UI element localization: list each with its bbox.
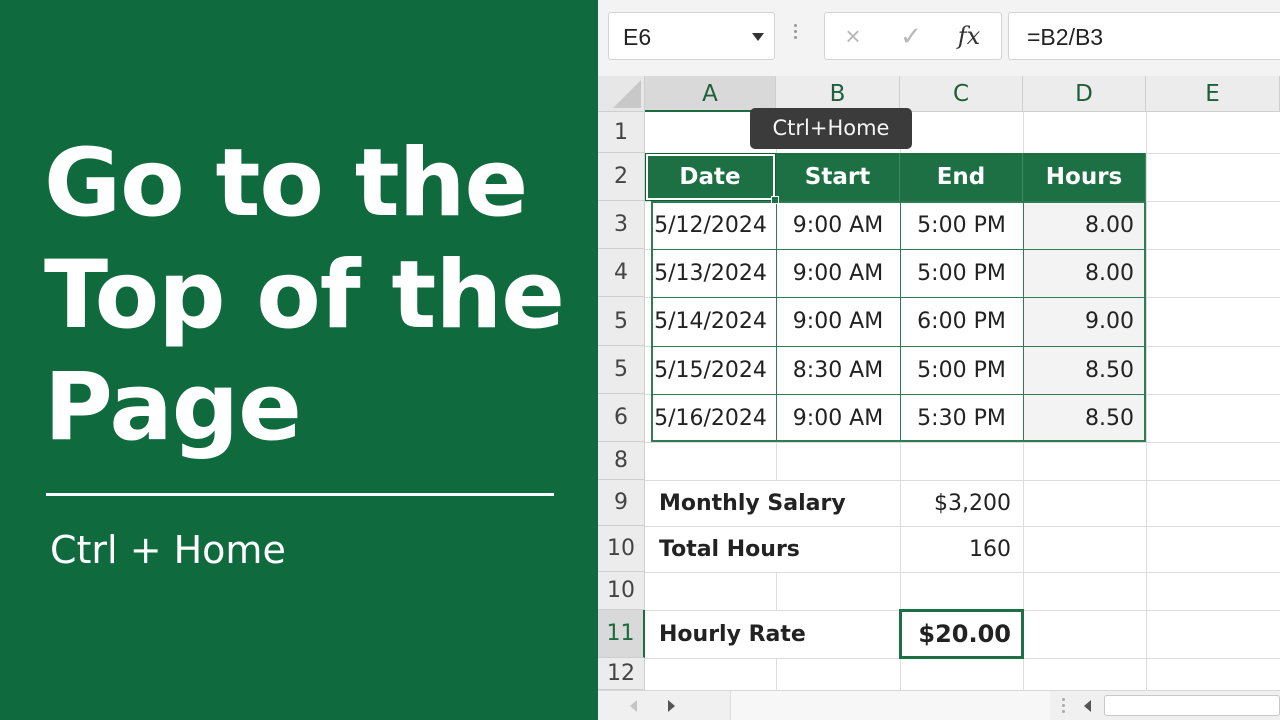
table-cell-start[interactable]: 9:00 AM [776,249,900,297]
table-cell-end[interactable]: 5:00 PM [900,346,1023,394]
table-header-hours[interactable]: Hours [1023,153,1146,201]
headline-line-2: Top of the [44,241,565,350]
table-cell-date[interactable]: 5/13/2024 [645,249,776,297]
table-cell-hours[interactable]: 8.50 [1023,394,1146,442]
fill-handle[interactable] [771,196,779,204]
table-row-divider [651,346,1146,347]
scroll-right-icon[interactable] [668,700,675,712]
total-hours-label[interactable]: Total Hours [645,526,900,572]
active-cell-outline [645,153,776,201]
table-column-divider [776,201,777,442]
formula-text: =B2/B3 [1027,24,1104,50]
table-cell-date[interactable]: 5/15/2024 [645,346,776,394]
table-header-start[interactable]: Start [776,153,900,201]
table-cell-hours[interactable]: 8.00 [1023,201,1146,249]
row-header[interactable]: 2 [598,153,645,201]
salary-label[interactable]: Monthly Salary [645,480,900,526]
column-header-e[interactable]: E [1146,76,1280,112]
table-row-divider [651,297,1146,298]
table-row-divider [651,394,1146,395]
table-column-divider [900,201,901,442]
table-column-divider [1023,201,1024,442]
selected-cell-outline [899,609,1024,659]
table-cell-end[interactable]: 5:30 PM [900,394,1023,442]
promo-headline: Go to the Top of the Page [44,128,574,464]
select-all-corner[interactable] [598,76,645,112]
table-cell-end[interactable]: 5:00 PM [900,201,1023,249]
scroll-left-icon[interactable] [1084,700,1091,712]
table-cell-date[interactable]: 5/16/2024 [645,394,776,442]
column-header-c[interactable]: C [900,76,1023,112]
function-icon[interactable]: fx [949,19,989,53]
grid-line [645,442,1280,443]
table-row-divider [651,249,1146,250]
column-header-b[interactable]: B [776,76,900,112]
table-cell-date[interactable]: 5/12/2024 [645,201,776,249]
chevron-down-icon[interactable] [752,33,764,41]
total-hours-value[interactable]: 160 [900,526,1023,572]
more-vertical-icon[interactable] [1062,698,1066,714]
shortcut-caption: Ctrl + Home [50,528,286,572]
row-header[interactable]: 10 [598,572,645,610]
row-header[interactable]: 5 [598,297,645,346]
row-header[interactable]: 1 [598,112,645,153]
table-cell-start[interactable]: 8:30 AM [776,346,900,394]
row-header[interactable]: 4 [598,249,645,297]
spreadsheet-panel: E6 × ✓ fx =B2/B3 ABCDE 1 2 3 4 5 5 6 8 9 10 10 11 12… [598,0,1280,720]
spreadsheet-grid: ABCDE 1 2 3 4 5 5 6 8 9 10 10 11 12 Date Start End Hour… [598,76,1280,690]
column-header-d[interactable]: D [1023,76,1146,112]
formula-buttons: × ✓ fx [824,12,1002,60]
grid-line [645,572,1280,573]
table-cell-start[interactable]: 9:00 AM [776,297,900,346]
name-box-value: E6 [623,24,652,50]
formula-input[interactable]: =B2/B3 [1008,12,1280,60]
table-cell-end[interactable]: 5:00 PM [900,249,1023,297]
table-cell-date[interactable]: 5/14/2024 [645,297,776,346]
headline-line-3: Page [44,353,302,462]
table-cell-hours[interactable]: 8.00 [1023,249,1146,297]
name-box[interactable]: E6 [608,12,775,60]
horizontal-scroll-bar [598,690,1280,720]
cancel-icon[interactable]: × [833,19,873,53]
check-icon[interactable]: ✓ [891,19,931,53]
row-header[interactable]: 12 [598,658,645,690]
salary-value[interactable]: $3,200 [900,480,1023,526]
row-header[interactable]: 8 [598,442,645,480]
row-header[interactable]: 11 [598,610,645,658]
shortcut-tooltip: Ctrl+Home [750,108,912,149]
table-cell-hours[interactable]: 8.50 [1023,346,1146,394]
row-header[interactable]: 10 [598,526,645,572]
table-cell-end[interactable]: 6:00 PM [900,297,1023,346]
table-cell-start[interactable]: 9:00 AM [776,394,900,442]
row-header[interactable]: 3 [598,201,645,249]
cells-area: Date Start End Hours 5/12/2024 9:00 AM 5:00 PM… [645,112,1280,690]
row-header[interactable]: 5 [598,346,645,394]
grid-line [1146,112,1147,690]
sheet-tabs-area [730,691,1050,720]
scroll-left-icon[interactable] [630,700,637,712]
promo-divider [46,493,554,496]
column-header-a[interactable]: A [645,76,776,112]
table-cell-start[interactable]: 9:00 AM [776,201,900,249]
table-cell-hours[interactable]: 9.00 [1023,297,1146,346]
headline-line-1: Go to the [44,129,528,238]
row-header[interactable]: 9 [598,480,645,526]
horizontal-scroll-thumb[interactable] [1104,695,1280,716]
promo-panel: Go to the Top of the Page Ctrl + Home [0,0,598,720]
hourly-rate-label[interactable]: Hourly Rate [645,610,900,658]
row-header[interactable]: 6 [598,394,645,442]
more-vertical-icon[interactable] [794,24,798,48]
table-header-end[interactable]: End [900,153,1023,201]
